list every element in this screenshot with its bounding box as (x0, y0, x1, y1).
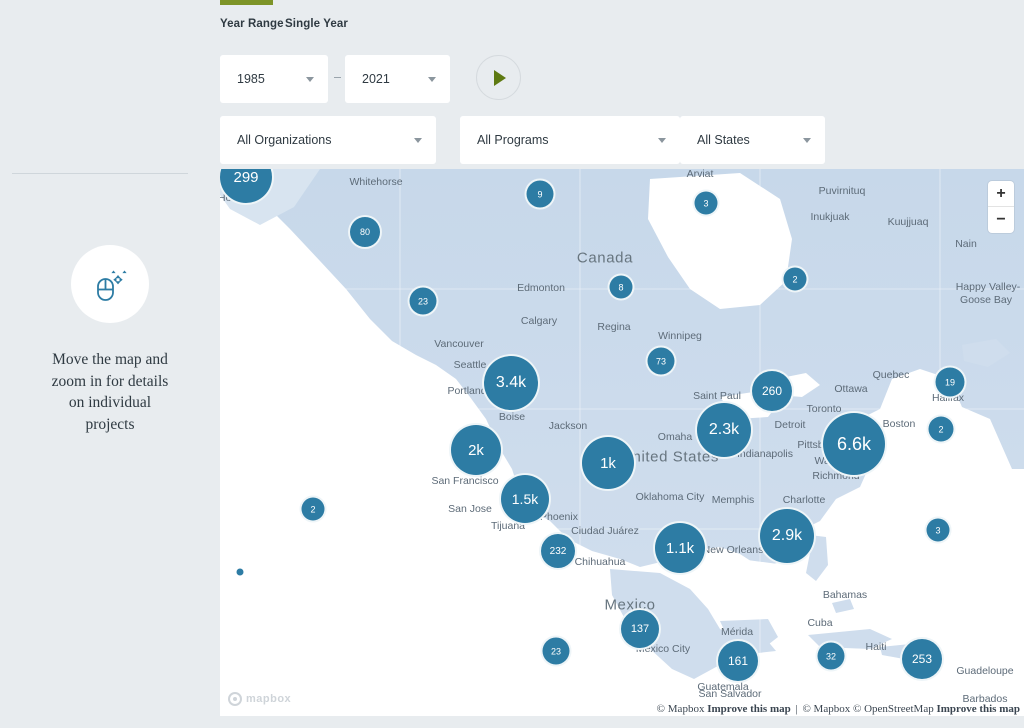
map-cluster-marker[interactable]: 80 (348, 215, 382, 249)
mode-tabbar: Year Range Single Year (220, 0, 1024, 42)
cluster-map[interactable]: WhitehorseHomeArviatPuvirnituqInukjuakKu… (220, 169, 1024, 716)
left-sidebar: Move the map and zoom in for details on … (0, 0, 220, 728)
chevron-down-icon (428, 77, 436, 82)
map-cluster-marker[interactable]: 2 (782, 266, 809, 293)
chevron-down-icon (414, 138, 422, 143)
attribution-separator: | (795, 703, 797, 715)
zoom-out-button[interactable]: − (988, 207, 1014, 233)
map-point-marker[interactable] (237, 569, 244, 576)
map-cluster-marker[interactable]: 32 (816, 641, 847, 672)
map-cluster-marker[interactable]: 6.6k (821, 411, 887, 477)
hint-line-3: on individual (20, 392, 200, 414)
states-filter-value: All States (697, 133, 750, 147)
chevron-down-icon (803, 138, 811, 143)
map-cluster-marker[interactable]: 3 (693, 190, 720, 217)
map-cluster-marker[interactable]: 232 (539, 532, 577, 570)
attribution-copyright-1: © Mapbox (657, 703, 705, 715)
map-cluster-marker[interactable]: 1k (580, 435, 636, 491)
tab-single-year[interactable]: Single Year (285, 18, 348, 30)
map-cluster-marker[interactable]: 23 (541, 636, 572, 667)
map-zoom-controls[interactable]: + − (988, 181, 1014, 233)
attribution-copyright-2: © Mapbox © OpenStreetMap (802, 703, 933, 715)
map-cluster-marker[interactable]: 8 (608, 274, 635, 301)
improve-this-map-link-1[interactable]: Improve this map (707, 703, 791, 715)
map-cluster-marker[interactable]: 2k (449, 423, 503, 477)
map-cluster-marker[interactable]: 9 (525, 179, 556, 210)
map-attribution: © Mapbox Improve this map | © Mapbox © O… (657, 703, 1020, 715)
map-cluster-marker[interactable]: 1.5k (499, 473, 551, 525)
chevron-down-icon (658, 138, 666, 143)
map-hint-text: Move the map and zoom in for details on … (20, 349, 200, 435)
map-cluster-marker[interactable]: 2.3k (695, 401, 753, 459)
mapbox-mark-icon (228, 692, 242, 706)
hint-line-2: zoom in for details (20, 371, 200, 393)
map-cluster-marker[interactable]: 260 (750, 369, 794, 413)
map-cluster-marker[interactable]: 3.4k (482, 354, 540, 412)
map-cluster-marker[interactable]: 161 (716, 639, 760, 683)
chevron-down-icon (306, 77, 314, 82)
organizations-filter-select[interactable]: All Organizations (220, 116, 436, 164)
app-root: Move the map and zoom in for details on … (0, 0, 1024, 728)
map-cluster-marker[interactable]: 2 (927, 415, 956, 444)
map-cluster-marker[interactable]: 2 (300, 496, 327, 523)
hint-line-4: projects (20, 414, 200, 436)
map-cluster-marker[interactable]: 137 (619, 608, 661, 650)
improve-this-map-link-2[interactable]: Improve this map (936, 703, 1020, 715)
map-hint-block: Move the map and zoom in for details on … (0, 245, 220, 435)
mapbox-wordmark: mapbox (246, 693, 291, 705)
map-cluster-marker[interactable]: 19 (934, 366, 967, 399)
controls-panel: Year Range Single Year 1985 2021 All Org… (220, 0, 1024, 42)
active-tab-indicator (220, 0, 273, 5)
zoom-in-button[interactable]: + (988, 181, 1014, 207)
play-icon (494, 70, 506, 86)
programs-filter-select[interactable]: All Programs (460, 116, 680, 164)
map-cluster-marker[interactable]: 253 (900, 637, 944, 681)
year-start-select[interactable]: 1985 (220, 55, 328, 103)
programs-filter-value: All Programs (477, 133, 549, 147)
tab-year-range[interactable]: Year Range (220, 18, 284, 30)
states-filter-select[interactable]: All States (680, 116, 825, 164)
year-start-value: 1985 (237, 72, 265, 86)
year-end-select[interactable]: 2021 (345, 55, 450, 103)
map-cluster-marker[interactable]: 2.9k (758, 507, 816, 565)
map-cluster-marker[interactable]: 23 (408, 286, 439, 317)
sidebar-divider (12, 173, 188, 174)
map-cluster-marker[interactable]: 73 (646, 346, 677, 377)
mapbox-logo[interactable]: mapbox (228, 692, 291, 706)
mouse-move-icon (71, 245, 149, 323)
year-end-value: 2021 (362, 72, 390, 86)
organizations-filter-value: All Organizations (237, 133, 332, 147)
play-button[interactable] (476, 55, 521, 100)
year-range-dash (334, 77, 341, 78)
map-cluster-marker[interactable]: 1.1k (653, 521, 707, 575)
map-cluster-marker[interactable]: 3 (925, 517, 952, 544)
hint-line-1: Move the map and (20, 349, 200, 371)
